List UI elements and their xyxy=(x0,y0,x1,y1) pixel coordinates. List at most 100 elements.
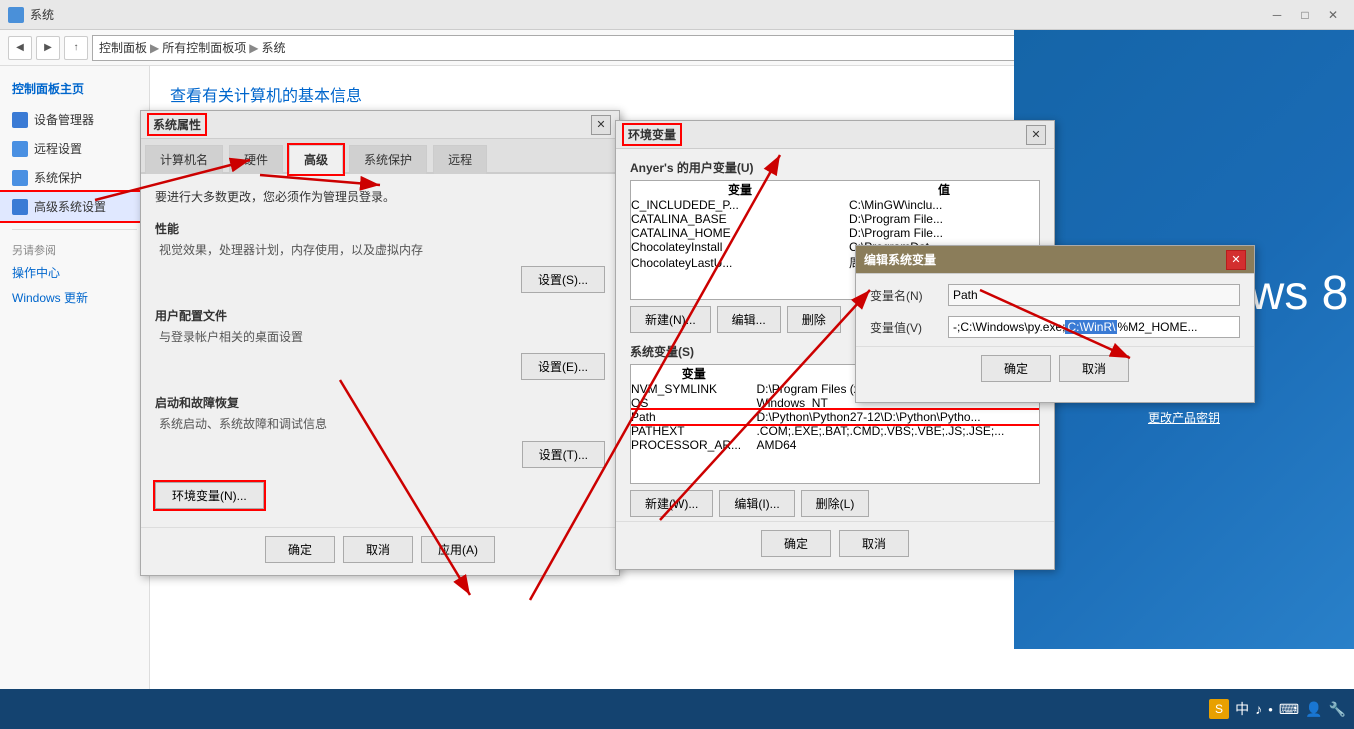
sys-var-val-3: .COM;.EXE;.BAT;.CMD;.VBS;.VBE;.JS;.JSE;.… xyxy=(756,424,1039,438)
taskbar-icons: S 中 ♪ ● ⌨ 👤 🔧 xyxy=(1209,699,1346,719)
sidebar-action-center[interactable]: 操作中心 xyxy=(0,260,149,285)
sys-vars-btns: 新建(W)... 编辑(I)... 删除(L) xyxy=(630,490,1040,517)
window-title: 系统 xyxy=(30,6,54,23)
user-edit-btn[interactable]: 编辑... xyxy=(717,306,781,333)
sidebar-item-device-manager[interactable]: 设备管理器 xyxy=(0,105,149,134)
env-titlebar: 环境变量 ✕ xyxy=(616,121,1054,149)
minimize-button[interactable]: ─ xyxy=(1264,2,1290,28)
sys-var-row-path[interactable]: Path D:\Python\Python27-12\D:\Python\Pyt… xyxy=(631,410,1039,424)
sys-props-close[interactable]: ✕ xyxy=(591,115,611,135)
forward-button[interactable]: ▶ xyxy=(36,36,60,60)
taskbar-icon-zh: 中 xyxy=(1235,699,1249,719)
sys-var-row-3[interactable]: PATHEXT .COM;.EXE;.BAT;.CMD;.VBS;.VBE;.J… xyxy=(631,424,1039,438)
var-name-input[interactable] xyxy=(948,284,1240,306)
sidebar-item-sys-protect[interactable]: 系统保护 xyxy=(0,163,149,192)
env-ok-btn[interactable]: 确定 xyxy=(761,530,831,557)
device-manager-icon xyxy=(12,112,28,128)
user-var-name-0: C_INCLUDEDE_P... xyxy=(631,198,849,212)
sidebar: 控制面板主页 设备管理器 远程设置 系统保护 高级系统设置 另请参阅 操作中心 … xyxy=(0,66,150,689)
env-cancel-btn[interactable]: 取消 xyxy=(839,530,909,557)
performance-title: 性能 xyxy=(155,220,605,237)
startup-title: 启动和故障恢复 xyxy=(155,394,605,411)
user-delete-btn[interactable]: 删除 xyxy=(787,306,841,333)
user-var-row-0[interactable]: C_INCLUDEDE_P... C:\MinGW\inclu... xyxy=(631,198,1039,212)
performance-text: 视觉效果，处理器计划，内存使用，以及虚拟内存 xyxy=(155,241,605,260)
sys-var-name-0: NVM_SYMLINK xyxy=(631,382,756,396)
edit-titlebar: 编辑系统变量 ✕ xyxy=(856,246,1254,274)
sys-var-val-path: D:\Python\Python27-12\D:\Python\Pytho... xyxy=(756,410,1039,424)
user-profiles-section: 用户配置文件 与登录帐户相关的桌面设置 设置(E)... xyxy=(155,307,605,380)
taskbar-icon-keyboard: ⌨ xyxy=(1279,701,1299,718)
remote-icon xyxy=(12,141,28,157)
sys-props-footer: 确定 取消 应用(A) xyxy=(141,527,619,575)
var-value-input[interactable]: -;C:\Windows\py.exe; C:\WinR\ %M2_HOME..… xyxy=(948,316,1240,338)
sys-delete-btn[interactable]: 删除(L) xyxy=(801,490,870,517)
sidebar-windows-update[interactable]: Windows 更新 xyxy=(0,285,149,310)
sidebar-item-remote[interactable]: 远程设置 xyxy=(0,134,149,163)
sidebar-label-advanced: 高级系统设置 xyxy=(34,198,106,215)
back-button[interactable]: ◀ xyxy=(8,36,32,60)
address-bar[interactable]: 控制面板 ▶ 所有控制面板项 ▶ 系统 xyxy=(92,35,1158,61)
user-var-row-2[interactable]: CATALINA_HOME D:\Program File... xyxy=(631,226,1039,240)
sys-var-name-1: OS xyxy=(631,396,756,410)
dialog-tabs: 计算机名 硬件 高级 系统保护 远程 xyxy=(141,139,619,174)
title-bar: 系统 ─ □ ✕ xyxy=(0,0,1354,30)
sys-var-row-4[interactable]: PROCESSOR_AR... AMD64 xyxy=(631,438,1039,452)
taskbar-icon-s: S xyxy=(1209,699,1229,719)
env-dialog-close[interactable]: ✕ xyxy=(1026,125,1046,145)
edit-cancel-btn[interactable]: 取消 xyxy=(1059,355,1129,382)
startup-settings-btn[interactable]: 设置(T)... xyxy=(522,441,605,468)
var-value-highlighted: C:\WinR\ xyxy=(1065,320,1117,334)
breadcrumb-system: 系统 xyxy=(262,39,286,56)
sidebar-item-advanced[interactable]: 高级系统设置 xyxy=(0,192,149,221)
window-icon xyxy=(8,7,24,23)
user-col-val: 值 xyxy=(849,181,1039,198)
sys-new-btn[interactable]: 新建(W)... xyxy=(630,490,713,517)
title-bar-left: 系统 xyxy=(8,6,54,23)
advanced-icon xyxy=(12,199,28,215)
user-var-val-0: C:\MinGW\inclu... xyxy=(849,198,1039,212)
user-vars-title: Anyer's 的用户变量(U) xyxy=(630,159,1040,176)
sidebar-label-remote: 远程设置 xyxy=(34,140,82,157)
var-value-row: 变量值(V) -;C:\Windows\py.exe; C:\WinR\ %M2… xyxy=(870,316,1240,338)
also-see-label: 另请参阅 xyxy=(0,238,149,260)
tab-remote[interactable]: 远程 xyxy=(433,145,487,174)
edit-ok-btn[interactable]: 确定 xyxy=(981,355,1051,382)
edit-dialog-close[interactable]: ✕ xyxy=(1226,250,1246,270)
sys-var-name-4: PROCESSOR_AR... xyxy=(631,438,756,452)
sys-props-ok[interactable]: 确定 xyxy=(265,536,335,563)
up-button[interactable]: ↑ xyxy=(64,36,88,60)
edit-dialog-title: 编辑系统变量 xyxy=(864,251,936,268)
admin-note: 要进行大多数更改，您必须作为管理员登录。 xyxy=(155,188,605,206)
performance-settings-btn[interactable]: 设置(S)... xyxy=(521,266,605,293)
user-profiles-settings-btn[interactable]: 设置(E)... xyxy=(521,353,605,380)
taskbar-icon-dot1: ● xyxy=(1268,705,1273,714)
user-var-row-1[interactable]: CATALINA_BASE D:\Program File... xyxy=(631,212,1039,226)
breadcrumb-all: 所有控制面板项 xyxy=(162,39,246,56)
tab-computer-name[interactable]: 计算机名 xyxy=(145,145,223,174)
env-vars-button[interactable]: 环境变量(N)... xyxy=(155,482,264,509)
user-var-val-1: D:\Program File... xyxy=(849,212,1039,226)
sys-props-apply[interactable]: 应用(A) xyxy=(421,536,495,563)
maximize-button[interactable]: □ xyxy=(1292,2,1318,28)
user-var-name-3: ChocolateyInstall xyxy=(631,240,849,254)
sys-edit-btn[interactable]: 编辑(I)... xyxy=(719,490,794,517)
tab-sys-protect[interactable]: 系统保护 xyxy=(349,145,427,174)
sys-props-body: 要进行大多数更改，您必须作为管理员登录。 性能 视觉效果，处理器计划，内存使用，… xyxy=(141,174,619,523)
var-value-label: 变量值(V) xyxy=(870,319,940,336)
close-button[interactable]: ✕ xyxy=(1320,2,1346,28)
sys-var-val-4: AMD64 xyxy=(756,438,1039,452)
var-name-label: 变量名(N) xyxy=(870,287,940,304)
tab-hardware[interactable]: 硬件 xyxy=(229,145,283,174)
sidebar-divider xyxy=(12,229,137,230)
sys-props-titlebar: 系统属性 ✕ xyxy=(141,111,619,139)
tab-advanced[interactable]: 高级 xyxy=(289,145,343,174)
user-profiles-title: 用户配置文件 xyxy=(155,307,605,324)
sys-props-cancel[interactable]: 取消 xyxy=(343,536,413,563)
user-new-btn[interactable]: 新建(N)... xyxy=(630,306,711,333)
user-var-name-2: CATALINA_HOME xyxy=(631,226,849,240)
sidebar-main-title: 控制面板主页 xyxy=(0,76,149,105)
taskbar-icon-sound: ♪ xyxy=(1255,701,1262,717)
var-name-row: 变量名(N) xyxy=(870,284,1240,306)
product-key-link[interactable]: 更改产品密钥 xyxy=(1148,409,1220,426)
